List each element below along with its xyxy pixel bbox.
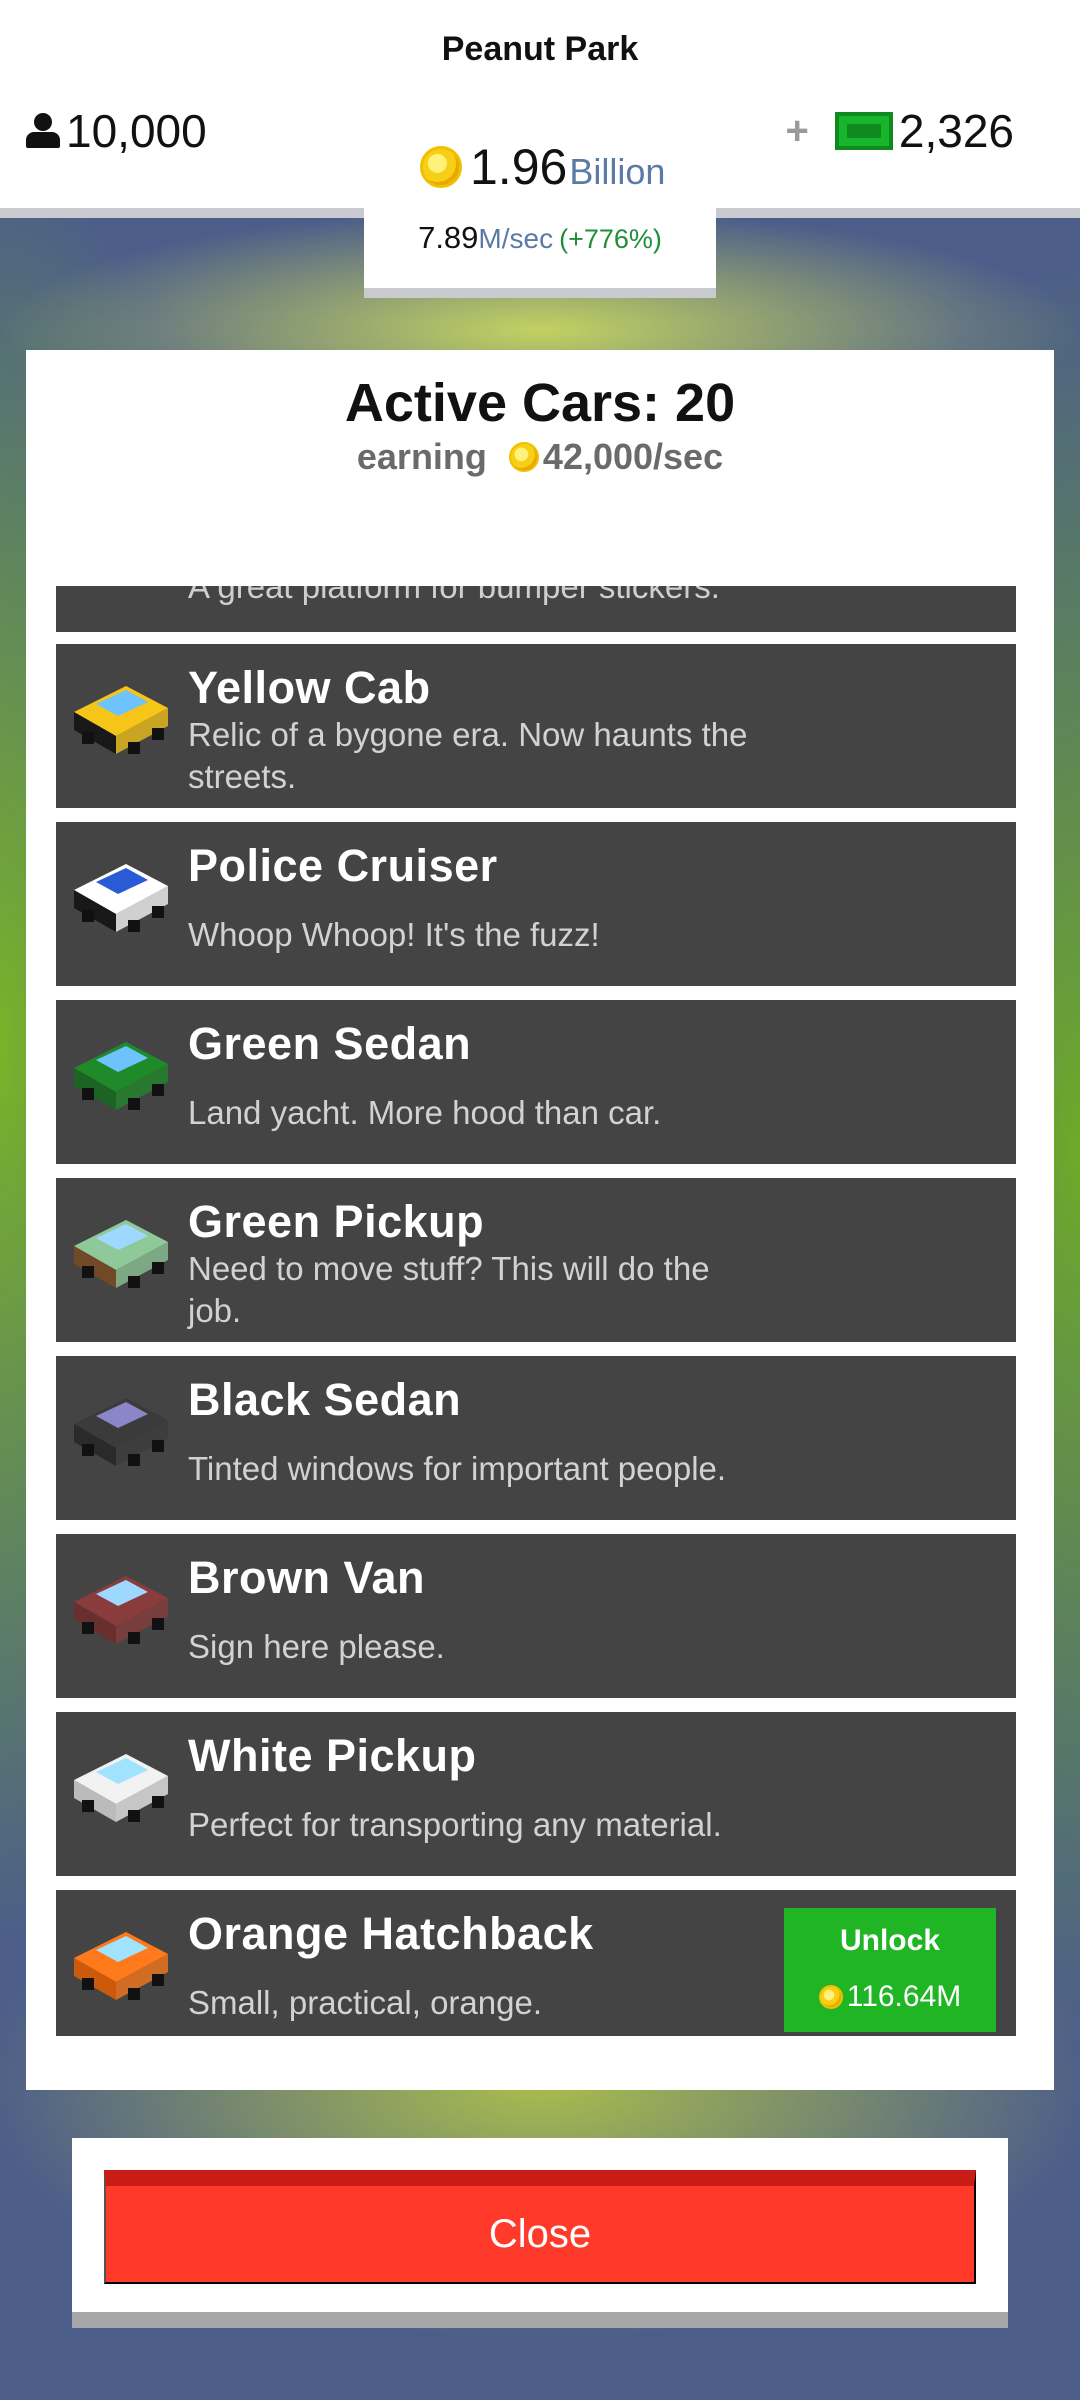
coin-icon bbox=[420, 146, 462, 188]
car-row[interactable]: Orange Hatchback Small, practical, orange… bbox=[56, 1890, 1016, 2036]
unlock-label: Unlock bbox=[839, 1924, 941, 1957]
car-list[interactable]: A great platform for bumper stickers. Ye… bbox=[56, 586, 1016, 2036]
coins-display: 1.96 Billion 7.89M/sec (+776%) bbox=[364, 130, 716, 298]
coins-value: 1.96 bbox=[470, 139, 568, 195]
cash-value: 2,326 bbox=[898, 105, 1014, 157]
car-desc: Tinted windows for important people. bbox=[188, 1450, 727, 1487]
unlock-price: 116.64M bbox=[784, 1980, 996, 2014]
green-sedan-icon bbox=[68, 1024, 172, 1120]
car-name: Police Cruiser bbox=[188, 840, 498, 891]
cash-icon bbox=[834, 112, 893, 150]
car-row[interactable]: White Pickup Perfect for transporting any… bbox=[56, 1712, 1016, 1876]
car-name: Black Sedan bbox=[188, 1374, 462, 1425]
park-name: Peanut Park bbox=[441, 30, 639, 68]
car-desc: A great platform for bumper stickers. bbox=[188, 586, 720, 605]
income-rate: 7.89M/sec (+776%) bbox=[364, 220, 716, 256]
orange-hatchback-icon bbox=[68, 1914, 172, 2010]
car-row[interactable]: Green Sedan Land yacht. More hood than ca… bbox=[56, 1000, 1016, 1164]
car-desc: Need to move stuff? This will do the job… bbox=[188, 1250, 710, 1329]
car-desc: Land yacht. More hood than car. bbox=[188, 1094, 662, 1131]
green-pickup-icon bbox=[68, 1202, 172, 1298]
coin-icon bbox=[508, 442, 539, 472]
car-desc: Whoop Whoop! It's the fuzz! bbox=[188, 916, 600, 953]
car-name: Yellow Cab bbox=[188, 662, 431, 713]
close-container: Close bbox=[72, 2138, 1008, 2328]
car-row[interactable]: Yellow Cab Relic of a bygone era. Now hau… bbox=[56, 644, 1016, 808]
unlock-button[interactable]: Unlock 116.64M bbox=[784, 1908, 996, 2032]
black-sedan-icon bbox=[68, 1380, 172, 1476]
earning-value: 42,000/sec bbox=[542, 436, 724, 477]
earning-label: earning bbox=[356, 436, 487, 477]
car-name: White Pickup bbox=[188, 1730, 477, 1781]
close-button[interactable]: Close bbox=[104, 2170, 976, 2284]
car-row-partial: A great platform for bumper stickers. bbox=[56, 586, 1016, 632]
car-desc: Sign here please. bbox=[188, 1628, 445, 1665]
active-cars-panel: Active Cars: 20 earning 42,000/sec A gre… bbox=[26, 350, 1054, 2090]
car-row[interactable]: Black Sedan Tinted windows for important … bbox=[56, 1356, 1016, 1520]
coins-unit: Billion bbox=[569, 151, 666, 192]
cash-display: + 2,326 bbox=[786, 104, 1014, 158]
rate-percent: (+776%) bbox=[559, 224, 662, 254]
car-name: Orange Hatchback bbox=[188, 1908, 594, 1959]
car-row[interactable]: Brown Van Sign here please. bbox=[56, 1534, 1016, 1698]
car-desc: Relic of a bygone era. Now haunts the st… bbox=[188, 716, 748, 795]
earning-summary: earning 42,000/sec bbox=[26, 436, 1054, 478]
unlock-price-value: 116.64M bbox=[846, 1980, 962, 2013]
car-desc: Small, practical, orange. bbox=[188, 1984, 542, 2021]
add-cash-icon[interactable]: + bbox=[786, 109, 809, 154]
coin-icon bbox=[818, 1985, 843, 2009]
rate-unit: M/sec bbox=[478, 223, 554, 254]
car-name: Green Pickup bbox=[188, 1196, 485, 1247]
person-icon bbox=[26, 113, 60, 149]
car-desc: Perfect for transporting any material. bbox=[188, 1806, 722, 1843]
white-pickup-icon bbox=[68, 1736, 172, 1832]
visitor-count: 10,000 bbox=[26, 104, 207, 158]
police-cruiser-icon bbox=[68, 846, 172, 942]
visitor-count-value: 10,000 bbox=[66, 105, 207, 157]
panel-title: Active Cars: 20 bbox=[344, 373, 736, 433]
car-row[interactable]: Police Cruiser Whoop Whoop! It's the fuzz… bbox=[56, 822, 1016, 986]
brown-van-icon bbox=[68, 1558, 172, 1654]
car-row[interactable]: Green Pickup Need to move stuff? This wil… bbox=[56, 1178, 1016, 1342]
yellow-cab-icon bbox=[68, 668, 172, 764]
car-name: Green Sedan bbox=[188, 1018, 472, 1069]
car-name: Brown Van bbox=[188, 1552, 426, 1603]
rate-value: 7.89 bbox=[418, 220, 479, 255]
